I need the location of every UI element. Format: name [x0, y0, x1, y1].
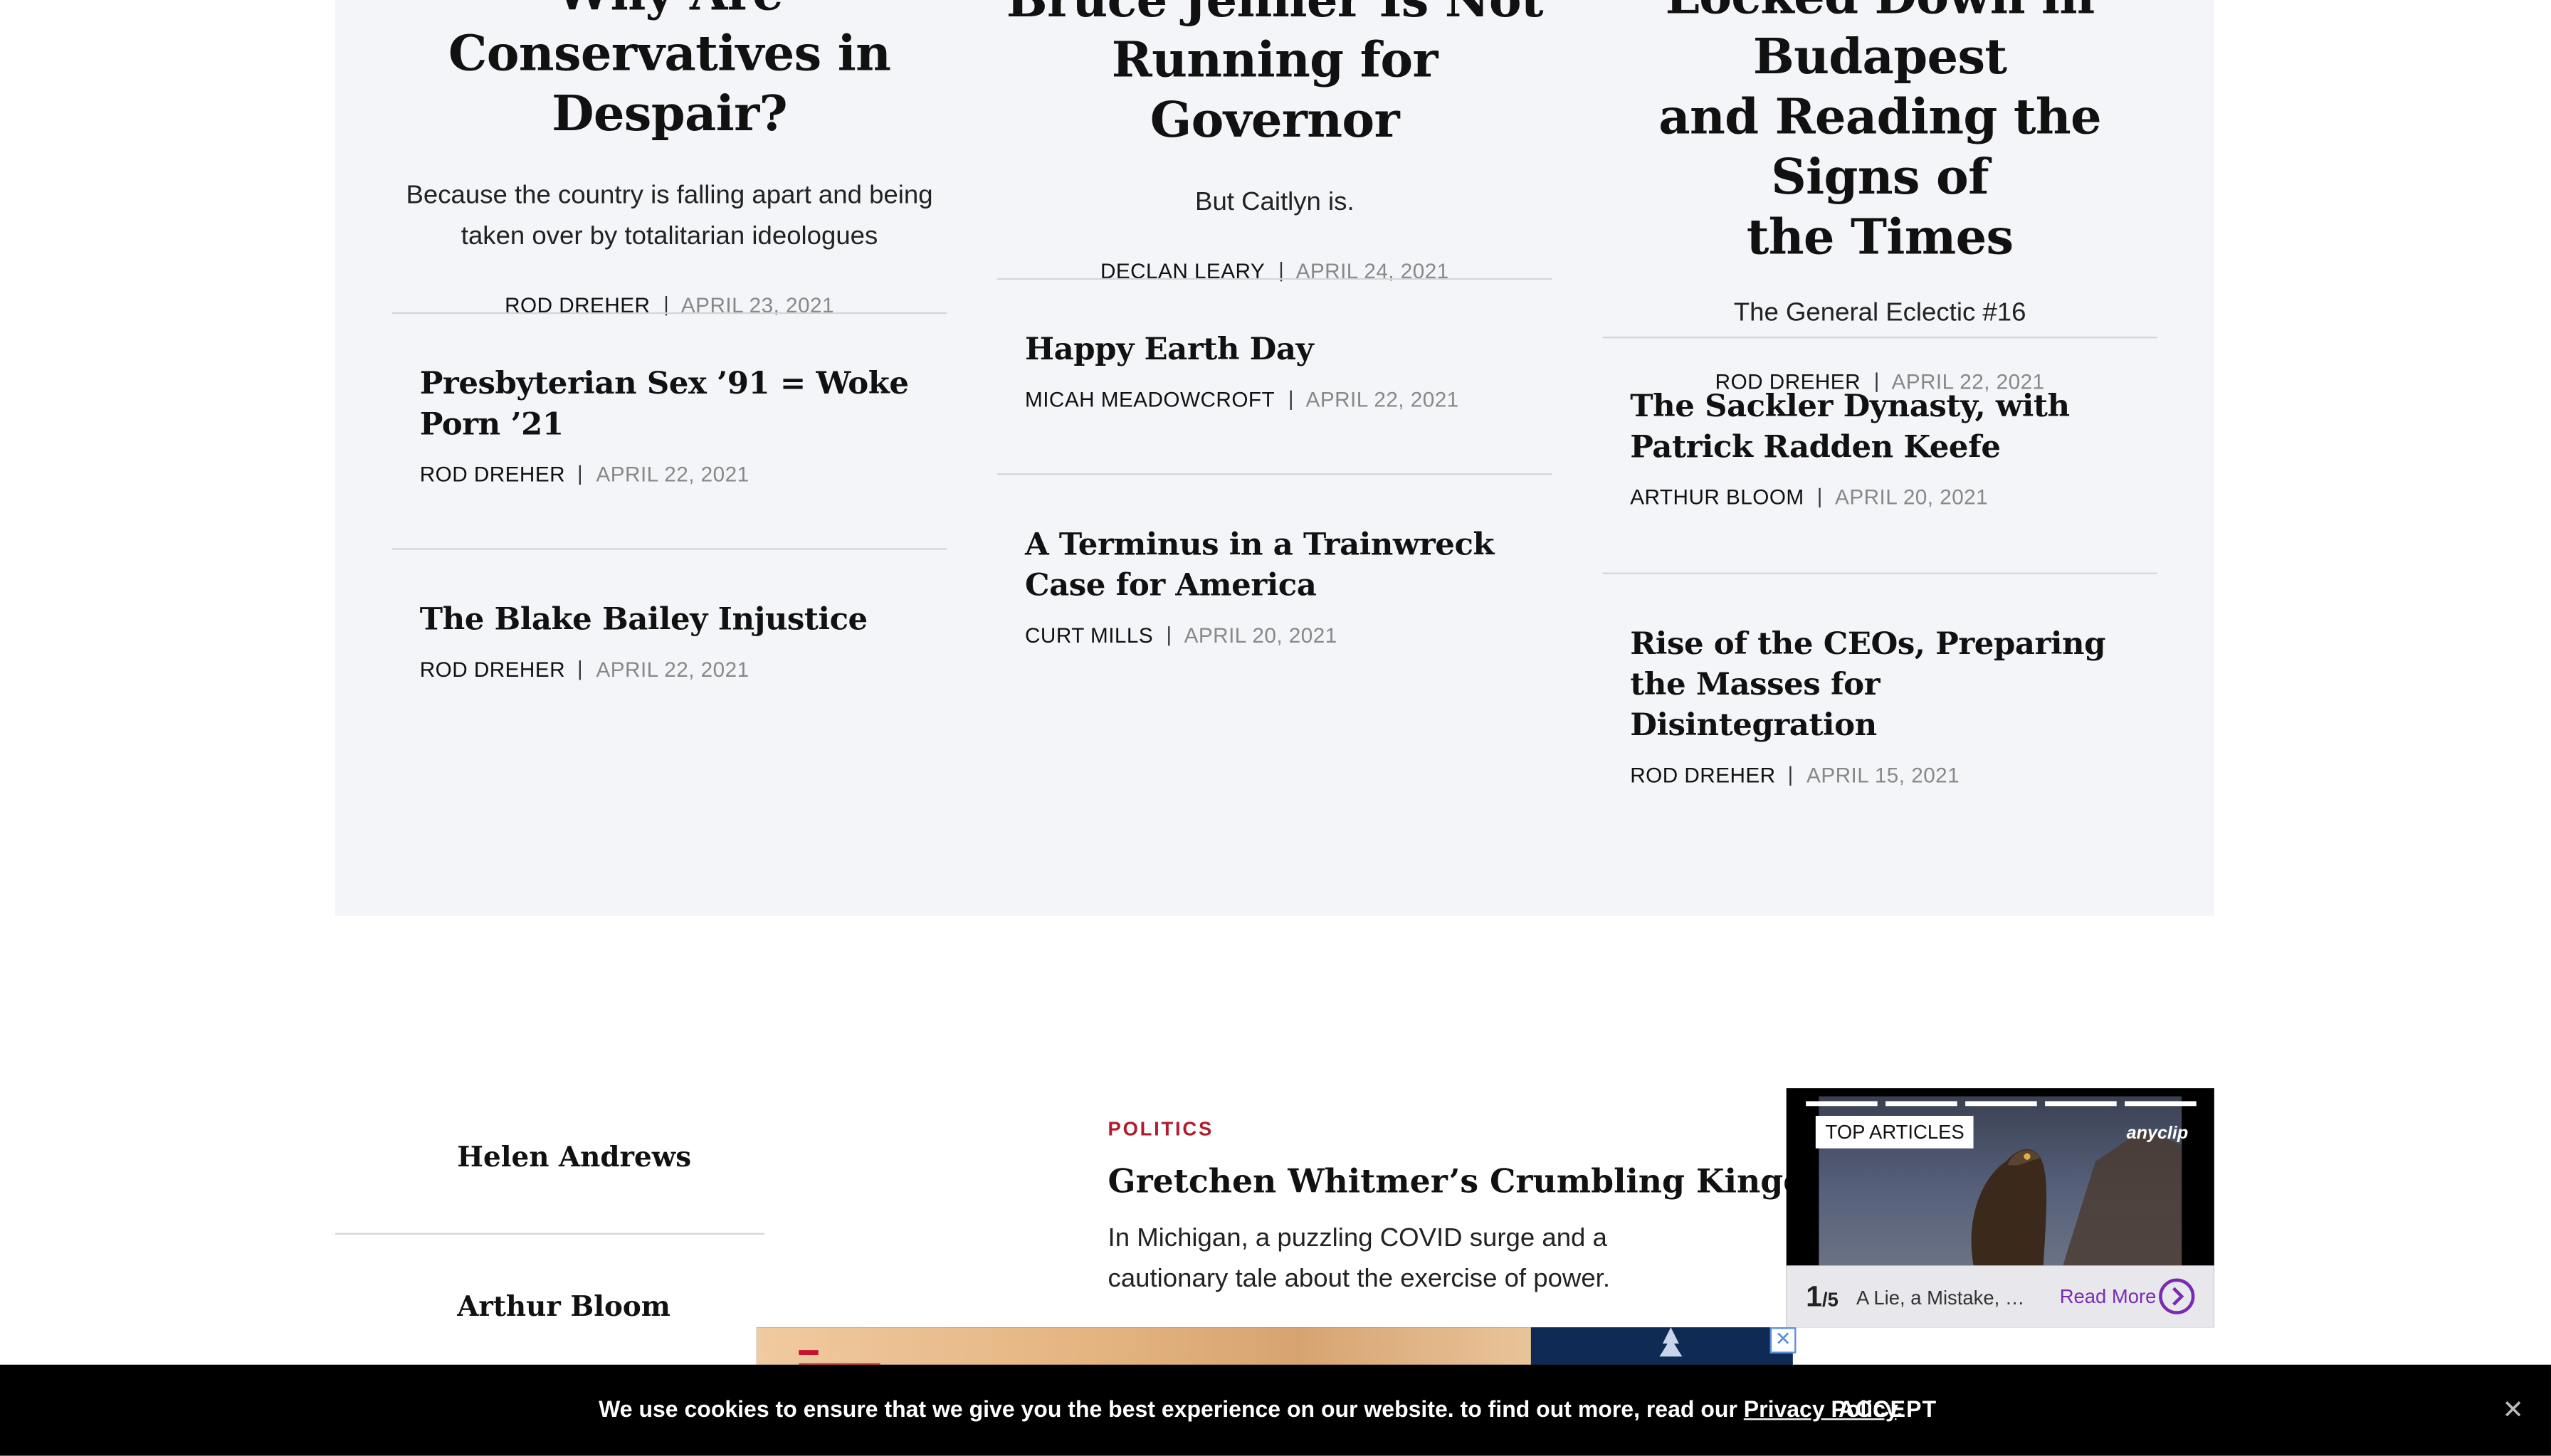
anyclip-logo[interactable]: anyclip	[2127, 1124, 2189, 1143]
divider	[391, 548, 947, 550]
byline: ARTHUR BLOOM APRIL 20, 2021	[1630, 485, 2135, 509]
byline-separator	[1167, 625, 1170, 645]
close-icon[interactable]: ✕	[2502, 1394, 2524, 1427]
progress-segment	[1965, 1101, 2037, 1107]
page: Why Are Conservatives in Despair? Becaus…	[0, 0, 2551, 1456]
ad-close-icon[interactable]: ✕	[1769, 1327, 1797, 1354]
divider	[997, 278, 1552, 280]
byline: ROD DREHER APRIL 22, 2021	[420, 657, 925, 681]
story-item[interactable]: A Terminus in a Trainwreck Case for Amer…	[1025, 525, 1530, 648]
feature-title[interactable]: Locked Down in Budapest and Reading the …	[1602, 0, 2157, 268]
video-player[interactable]: TOP ARTICLES anyclip 1/5 A Lie, a Mistak…	[1786, 1088, 2214, 1328]
video-info-bar: 1/5 A Lie, a Mistake, o… Read More	[1786, 1265, 2214, 1328]
feature-article-3[interactable]: Locked Down in Budapest and Reading the …	[1602, 0, 2157, 394]
cookie-consent-bar: We use cookies to ensure that we give yo…	[0, 1364, 2551, 1456]
video-caption[interactable]: A Lie, a Mistake, o…	[1856, 1287, 2035, 1309]
article-dek: In Michigan, a puzzling COVID surge and …	[1108, 1225, 1611, 1294]
story-item[interactable]: Happy Earth Day MICAH MEADOWCROFT APRIL …	[1025, 330, 1530, 411]
author-link[interactable]: ARTHUR BLOOM	[1630, 485, 1804, 509]
feature-dek: But Caitlyn is.	[1195, 189, 1355, 216]
progress-segment	[1806, 1101, 1878, 1107]
feature-title-line[interactable]: Running for Governor	[1112, 33, 1438, 150]
publish-date: APRIL 15, 2021	[1806, 762, 1960, 788]
progress-segment	[2125, 1101, 2197, 1107]
author-link[interactable]: ROD DREHER	[1630, 763, 1775, 787]
publish-date: APRIL 22, 2021	[596, 657, 749, 682]
accept-button[interactable]: ACCEPT	[1839, 1396, 1937, 1422]
author-link[interactable]: CURT MILLS	[1025, 623, 1153, 647]
feature-article-2[interactable]: Bruce Jenner Is Not Running for Governor…	[997, 0, 1552, 283]
story-title[interactable]: The Blake Bailey Injustice	[420, 600, 925, 640]
divider	[997, 473, 1552, 475]
feature-title-line[interactable]: the Times	[1747, 210, 2014, 267]
chevron-right-icon[interactable]	[2159, 1278, 2195, 1314]
feature-dek: The General Eclectic #16	[1733, 299, 2026, 327]
byline: ROD DREHER APRIL 22, 2021	[420, 462, 925, 486]
story-title[interactable]: Happy Earth Day	[1025, 330, 1530, 371]
feature-article-1[interactable]: Why Are Conservatives in Despair? Becaus…	[392, 0, 947, 317]
feature-title-line[interactable]: Why Are Conservatives in	[448, 0, 891, 83]
feature-title[interactable]: Bruce Jenner Is Not Running for Governor	[997, 0, 1552, 152]
publish-date: APRIL 20, 2021	[1835, 485, 1989, 510]
publish-date: APRIL 22, 2021	[1305, 386, 1459, 412]
divider	[391, 312, 947, 315]
publish-date: APRIL 22, 2021	[596, 462, 749, 487]
category-kicker[interactable]: POLITICS	[1108, 1117, 1214, 1140]
author-link[interactable]: ROD DREHER	[420, 657, 565, 681]
feature-dek: Because the country is falling apart and…	[406, 181, 933, 250]
publish-date: APRIL 20, 2021	[1184, 623, 1337, 648]
feature-title-line[interactable]: and Reading the Signs of	[1658, 90, 2101, 207]
cookie-message: We use cookies to ensure that we give yo…	[599, 1396, 1903, 1422]
feature-title-line[interactable]: Despair?	[552, 86, 788, 143]
byline-separator	[579, 659, 582, 680]
progress-segment	[1885, 1101, 1957, 1107]
author-link[interactable]: ROD DREHER	[420, 462, 565, 486]
read-more-link[interactable]: Read More	[2060, 1285, 2157, 1308]
byline-separator	[1790, 765, 1792, 785]
progress-segment	[2045, 1101, 2117, 1107]
video-counter: 1/5	[1806, 1280, 1839, 1314]
video-counter-current: 1	[1806, 1280, 1823, 1313]
divider	[335, 1233, 765, 1235]
author-list-item[interactable]: Helen Andrews	[457, 1142, 691, 1175]
story-title[interactable]: The Sackler Dynasty, with Patrick Radden…	[1630, 387, 2135, 468]
story-title[interactable]: Presbyterian Sex ’91 = Woke Porn ’21	[420, 364, 925, 445]
byline-separator	[1819, 487, 1821, 507]
ad-logo-mark	[799, 1350, 819, 1355]
top-articles-badge: TOP ARTICLES	[1815, 1115, 1974, 1149]
byline: MICAH MEADOWCROFT APRIL 22, 2021	[1025, 387, 1530, 411]
story-title[interactable]: Rise of the CEOs, Preparing the Masses f…	[1630, 625, 2135, 747]
byline: CURT MILLS APRIL 20, 2021	[1025, 623, 1530, 647]
divider	[1602, 337, 2157, 339]
story-item[interactable]: The Sackler Dynasty, with Patrick Radden…	[1630, 387, 2135, 509]
article-title[interactable]: Gretchen Whitmer’s Crumbling Kingdom	[1108, 1161, 1862, 1201]
author-list-item[interactable]: Arthur Bloom	[457, 1292, 670, 1324]
byline-separator	[1289, 389, 1291, 409]
story-item[interactable]: Rise of the CEOs, Preparing the Masses f…	[1630, 625, 2135, 787]
video-counter-total: /5	[1822, 1288, 1839, 1312]
byline: ROD DREHER APRIL 15, 2021	[1630, 763, 2135, 787]
feature-title-line[interactable]: Locked Down in Budapest	[1666, 0, 2095, 86]
cookie-message-text: We use cookies to ensure that we give yo…	[599, 1396, 1737, 1422]
author-link[interactable]: MICAH MEADOWCROFT	[1025, 387, 1275, 411]
divider	[1602, 572, 2157, 574]
byline-separator	[579, 464, 582, 484]
story-item[interactable]: Presbyterian Sex ’91 = Woke Porn ’21 ROD…	[420, 364, 925, 486]
feature-title-line[interactable]: Bruce Jenner Is Not	[1006, 0, 1544, 29]
article-grid: Why Are Conservatives in Despair? Becaus…	[335, 0, 2214, 916]
feature-title[interactable]: Why Are Conservatives in Despair?	[392, 0, 947, 144]
story-title[interactable]: A Terminus in a Trainwreck Case for Amer…	[1025, 525, 1530, 606]
story-item[interactable]: The Blake Bailey Injustice ROD DREHER AP…	[420, 600, 925, 682]
